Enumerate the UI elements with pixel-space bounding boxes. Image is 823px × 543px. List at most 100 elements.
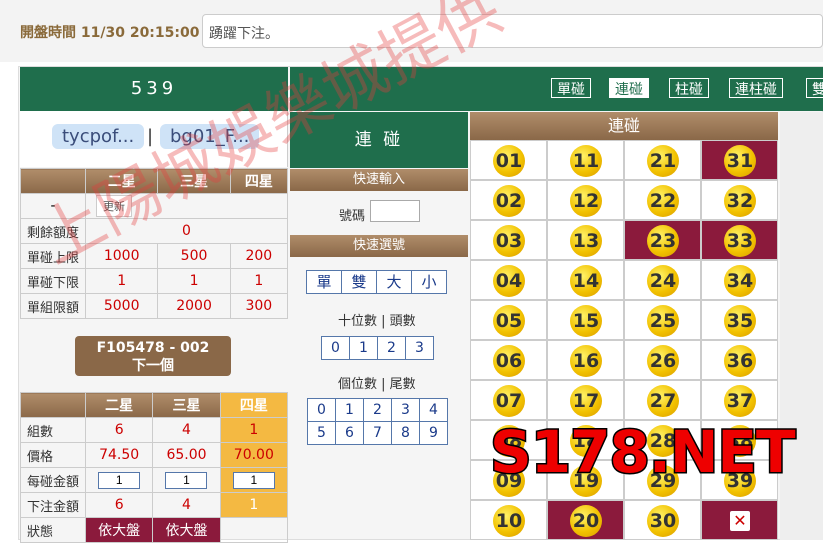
number-cell[interactable]: 14 xyxy=(547,260,624,300)
number-cell[interactable]: 06 xyxy=(470,340,547,380)
odd-button[interactable]: 單 xyxy=(306,270,342,294)
tab-pillar[interactable]: 柱碰 xyxy=(669,78,709,98)
row-label: 價格 xyxy=(20,442,86,468)
number-ball[interactable]: 30 xyxy=(647,505,679,537)
tens-label: 十位數 | 頭數 xyxy=(338,314,416,329)
unit-digit-button[interactable]: 0 xyxy=(307,398,336,422)
number-cell[interactable]: 24 xyxy=(624,260,701,300)
col-header: 三星 xyxy=(152,392,221,418)
number-cell[interactable]: 33 xyxy=(701,220,778,260)
quick-input-header: 快速輸入 xyxy=(290,169,468,191)
number-ball[interactable]: 22 xyxy=(647,185,679,217)
unit-digit-button[interactable]: 2 xyxy=(363,398,392,422)
tens-digit-button[interactable]: 2 xyxy=(377,336,406,360)
number-ball[interactable]: 13 xyxy=(570,225,602,257)
tens-digit-button[interactable]: 0 xyxy=(321,336,350,360)
unit-digit-button[interactable]: 9 xyxy=(419,421,448,445)
number-ball[interactable]: 01 xyxy=(493,145,525,177)
number-cell[interactable]: 16 xyxy=(547,340,624,380)
number-cell[interactable]: 31 xyxy=(701,140,778,180)
number-cell[interactable]: 22 xyxy=(624,180,701,220)
number-cell[interactable]: 12 xyxy=(547,180,624,220)
number-cell[interactable]: 25 xyxy=(624,300,701,340)
number-cell[interactable]: 15 xyxy=(547,300,624,340)
quick-select-header: 快速選號 xyxy=(290,235,468,257)
unit-digit-button[interactable]: 3 xyxy=(391,398,420,422)
number-ball[interactable]: 11 xyxy=(570,145,602,177)
unit-digit-button[interactable]: 1 xyxy=(335,398,364,422)
unit-digit-button[interactable]: 6 xyxy=(335,421,364,445)
number-cell[interactable]: 27 xyxy=(624,380,701,420)
number-cell[interactable]: 10 xyxy=(470,500,547,540)
unit-digit-button[interactable]: 7 xyxy=(363,421,392,445)
number-ball[interactable]: 37 xyxy=(724,385,756,417)
number-ball[interactable]: 17 xyxy=(570,385,602,417)
number-cell[interactable]: 01 xyxy=(470,140,547,180)
row-label: 狀態 xyxy=(20,517,86,543)
big-button[interactable]: 大 xyxy=(376,270,412,294)
number-cell[interactable]: 11 xyxy=(547,140,624,180)
number-cell[interactable]: 37 xyxy=(701,380,778,420)
tab-consecutive-pillar[interactable]: 連柱碰 xyxy=(729,78,783,98)
code-input[interactable] xyxy=(370,200,420,222)
number-ball[interactable]: 16 xyxy=(570,345,602,377)
next-button[interactable]: F105478 - 002 下一個 xyxy=(75,336,231,376)
number-ball[interactable]: 05 xyxy=(493,305,525,337)
number-cell[interactable]: 36 xyxy=(701,340,778,380)
small-button[interactable]: 小 xyxy=(411,270,447,294)
number-ball[interactable]: 14 xyxy=(570,265,602,297)
amount-input-4star[interactable] xyxy=(232,471,275,489)
number-cell[interactable]: 03 xyxy=(470,220,547,260)
number-ball[interactable]: 10 xyxy=(493,505,525,537)
unit-digit-button[interactable]: 8 xyxy=(391,421,420,445)
number-ball[interactable]: 35 xyxy=(724,305,756,337)
number-ball[interactable]: 24 xyxy=(647,265,679,297)
units-group: 01234 56789 xyxy=(307,398,457,445)
number-cell[interactable]: 17 xyxy=(547,380,624,420)
number-ball[interactable]: 06 xyxy=(493,345,525,377)
number-ball[interactable]: 12 xyxy=(570,185,602,217)
number-cell[interactable]: 20 xyxy=(547,500,624,540)
number-ball[interactable]: 02 xyxy=(493,185,525,217)
number-ball[interactable]: 07 xyxy=(493,385,525,417)
unit-digit-button[interactable]: 4 xyxy=(419,398,448,422)
tens-digit-button[interactable]: 1 xyxy=(349,336,378,360)
number-ball[interactable]: 32 xyxy=(724,185,756,217)
number-cell[interactable]: 04 xyxy=(470,260,547,300)
number-ball[interactable]: 33 xyxy=(724,225,756,257)
number-ball[interactable]: 31 xyxy=(724,145,756,177)
number-ball[interactable]: 20 xyxy=(570,505,602,537)
tab-single[interactable]: 單碰 xyxy=(551,78,591,98)
even-button[interactable]: 雙 xyxy=(341,270,377,294)
number-cell[interactable]: 23 xyxy=(624,220,701,260)
number-ball[interactable]: 27 xyxy=(647,385,679,417)
number-cell[interactable]: 02 xyxy=(470,180,547,220)
amount-input-3star[interactable] xyxy=(165,471,208,489)
number-ball[interactable]: 34 xyxy=(724,265,756,297)
number-ball[interactable]: 25 xyxy=(647,305,679,337)
number-ball[interactable]: 15 xyxy=(570,305,602,337)
number-cell[interactable]: ✕ xyxy=(701,500,778,540)
number-ball[interactable]: 04 xyxy=(493,265,525,297)
row-label: 每碰金額 xyxy=(20,467,86,493)
number-ball[interactable]: 23 xyxy=(647,225,679,257)
number-cell[interactable]: 30 xyxy=(624,500,701,540)
number-cell[interactable]: 05 xyxy=(470,300,547,340)
tab-consecutive[interactable]: 連碰 xyxy=(609,78,649,98)
tab-double[interactable]: 雙 xyxy=(806,78,823,98)
number-ball[interactable]: 26 xyxy=(647,345,679,377)
number-cell[interactable]: 26 xyxy=(624,340,701,380)
number-cell[interactable]: 34 xyxy=(701,260,778,300)
number-ball[interactable]: 21 xyxy=(647,145,679,177)
number-cell[interactable]: 13 xyxy=(547,220,624,260)
number-cell[interactable]: 21 xyxy=(624,140,701,180)
number-cell[interactable]: 35 xyxy=(701,300,778,340)
number-ball[interactable]: 36 xyxy=(724,345,756,377)
number-ball[interactable]: 03 xyxy=(493,225,525,257)
clear-icon[interactable]: ✕ xyxy=(730,511,750,531)
unit-digit-button[interactable]: 5 xyxy=(307,421,336,445)
amount-input-2star[interactable] xyxy=(98,471,141,489)
number-cell[interactable]: 32 xyxy=(701,180,778,220)
tens-digit-button[interactable]: 3 xyxy=(405,336,434,360)
number-cell[interactable]: 07 xyxy=(470,380,547,420)
